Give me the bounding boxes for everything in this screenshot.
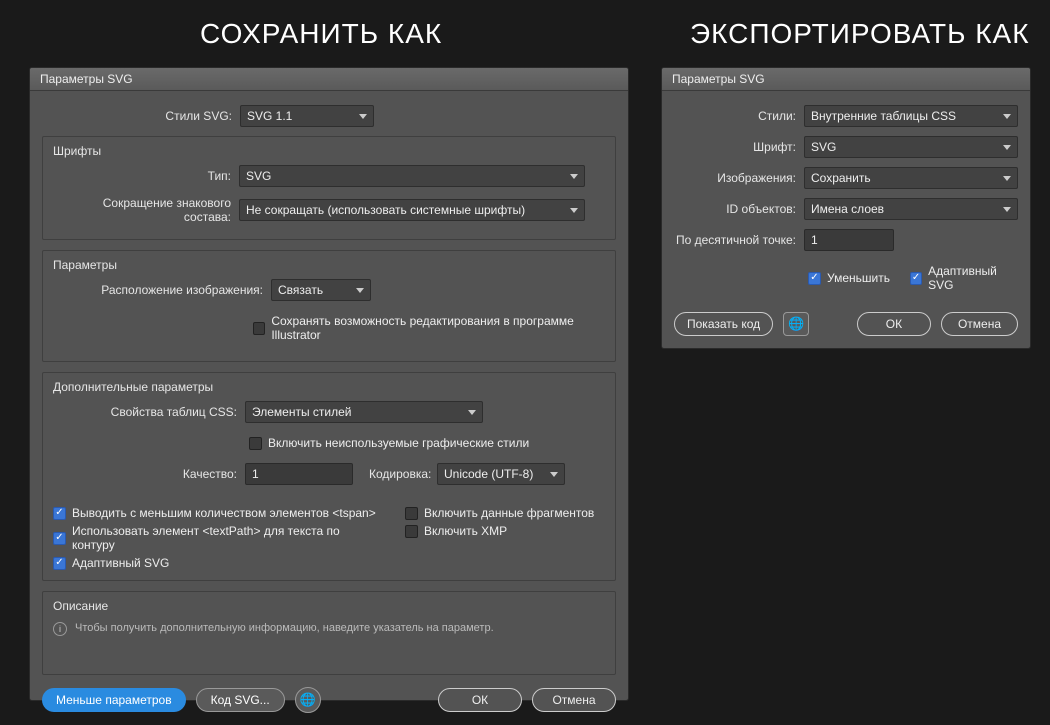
css-props-select[interactable]: Элементы стилей — [245, 401, 483, 423]
fonts-group: Шрифты Тип: SVG Сокращение знакового сос… — [42, 136, 616, 240]
minify-label: Уменьшить — [827, 271, 890, 285]
obj-ids-label: ID объектов: — [674, 202, 804, 216]
subset-select[interactable]: Не сокращать (использовать системные шри… — [239, 199, 585, 221]
font-select[interactable]: SVG — [804, 136, 1018, 158]
include-slice-checkbox[interactable]: Включить данные фрагментов — [405, 506, 605, 520]
type-label: Тип: — [53, 169, 239, 183]
use-textpath-label: Использовать элемент <textPath> для текс… — [72, 524, 385, 552]
include-xmp-checkbox[interactable]: Включить XMP — [405, 524, 605, 538]
checkbox-icon — [405, 507, 418, 520]
save-as-button-row: Меньше параметров Код SVG... 🌐 ОК Отмена — [42, 687, 616, 713]
styles-label: Стили: — [674, 109, 804, 123]
params-group-title: Параметры — [53, 258, 605, 272]
obj-ids-select[interactable]: Имена слоев — [804, 198, 1018, 220]
ok-button[interactable]: ОК — [438, 688, 522, 712]
checkbox-icon — [53, 507, 66, 520]
checkbox-icon — [808, 272, 821, 285]
less-params-button[interactable]: Меньше параметров — [42, 688, 186, 712]
responsive-label: Адаптивный SVG — [72, 556, 169, 570]
styles-select[interactable]: Внутренние таблицы CSS — [804, 105, 1018, 127]
globe-button-right[interactable]: 🌐 — [783, 312, 809, 336]
svg-code-button[interactable]: Код SVG... — [196, 688, 285, 712]
font-value: SVG — [811, 140, 836, 154]
quality-input[interactable] — [245, 463, 353, 485]
advanced-group: Дополнительные параметры Свойства таблиц… — [42, 372, 616, 581]
subset-value: Не сокращать (использовать системные шри… — [246, 203, 525, 217]
type-select[interactable]: SVG — [239, 165, 585, 187]
description-text: Чтобы получить дополнительную информацию… — [75, 622, 494, 634]
images-label: Изображения: — [674, 171, 804, 185]
images-select[interactable]: Сохранить — [804, 167, 1018, 189]
fewer-tspan-checkbox[interactable]: Выводить с меньшим количеством элементов… — [53, 506, 385, 520]
ok-button-right[interactable]: ОК — [857, 312, 931, 336]
save-as-panel: Параметры SVG Стили SVG: SVG 1.1 Шрифты … — [30, 68, 628, 700]
use-textpath-checkbox[interactable]: Использовать элемент <textPath> для текс… — [53, 524, 385, 552]
preserve-editing-label: Сохранять возможность редактирования в п… — [271, 314, 605, 342]
image-location-value: Связать — [278, 283, 323, 297]
heading-export-as: ЭКСПОРТИРОВАТЬ КАК — [690, 18, 1030, 50]
encoding-select[interactable]: Unicode (UTF-8) — [437, 463, 565, 485]
css-props-value: Элементы стилей — [252, 405, 352, 419]
css-props-label: Свойства таблиц CSS: — [53, 405, 245, 419]
globe-button[interactable]: 🌐 — [295, 687, 321, 713]
checkbox-icon — [405, 525, 418, 538]
image-location-select[interactable]: Связать — [271, 279, 371, 301]
params-group: Параметры Расположение изображения: Связ… — [42, 250, 616, 362]
cancel-button-right[interactable]: Отмена — [941, 312, 1018, 336]
responsive-checkbox-right[interactable]: Адаптивный SVG — [910, 264, 1018, 292]
decimal-label: По десятичной точке: — [674, 233, 804, 247]
fonts-group-title: Шрифты — [53, 144, 605, 158]
fewer-tspan-label: Выводить с меньшим количеством элементов… — [72, 506, 376, 520]
svg-styles-label: Стили SVG: — [42, 109, 240, 123]
image-location-label: Расположение изображения: — [53, 283, 271, 297]
images-value: Сохранить — [811, 171, 871, 185]
export-as-button-row: Показать код 🌐 ОК Отмена — [674, 312, 1018, 336]
include-unused-checkbox[interactable]: Включить неиспользуемые графические стил… — [249, 436, 529, 450]
include-slice-label: Включить данные фрагментов — [424, 506, 594, 520]
responsive-label-right: Адаптивный SVG — [928, 264, 1018, 292]
decimal-input[interactable] — [804, 229, 894, 251]
svg-styles-value: SVG 1.1 — [247, 109, 292, 123]
subset-label: Сокращение знакового состава: — [53, 196, 239, 224]
checkbox-icon — [53, 532, 66, 545]
minify-checkbox[interactable]: Уменьшить — [808, 271, 890, 285]
export-as-titlebar: Параметры SVG — [662, 68, 1030, 91]
checkbox-icon — [910, 272, 922, 285]
svg-styles-select[interactable]: SVG 1.1 — [240, 105, 374, 127]
show-code-button[interactable]: Показать код — [674, 312, 773, 336]
preserve-editing-checkbox[interactable]: Сохранять возможность редактирования в п… — [253, 314, 605, 342]
include-unused-label: Включить неиспользуемые графические стил… — [268, 436, 529, 450]
heading-save-as: СОХРАНИТЬ КАК — [200, 18, 442, 50]
globe-icon: 🌐 — [788, 316, 804, 332]
responsive-checkbox[interactable]: Адаптивный SVG — [53, 556, 385, 570]
encoding-value: Unicode (UTF-8) — [444, 467, 533, 481]
description-group-title: Описание — [53, 599, 605, 613]
encoding-label: Кодировка: — [353, 467, 437, 481]
cancel-button[interactable]: Отмена — [532, 688, 616, 712]
description-group: Описание i Чтобы получить дополнительную… — [42, 591, 616, 675]
export-as-panel: Параметры SVG Стили: Внутренние таблицы … — [662, 68, 1030, 348]
checkbox-icon — [53, 557, 66, 570]
include-xmp-label: Включить XMP — [424, 524, 507, 538]
checkbox-icon — [249, 437, 262, 450]
advanced-group-title: Дополнительные параметры — [53, 380, 605, 394]
styles-value: Внутренние таблицы CSS — [811, 109, 956, 123]
quality-label: Качество: — [53, 467, 245, 481]
globe-icon: 🌐 — [300, 692, 316, 708]
obj-ids-value: Имена слоев — [811, 202, 884, 216]
checkbox-icon — [253, 322, 265, 335]
save-as-titlebar: Параметры SVG — [30, 68, 628, 91]
font-label: Шрифт: — [674, 140, 804, 154]
type-value: SVG — [246, 169, 271, 183]
info-icon: i — [53, 622, 67, 636]
